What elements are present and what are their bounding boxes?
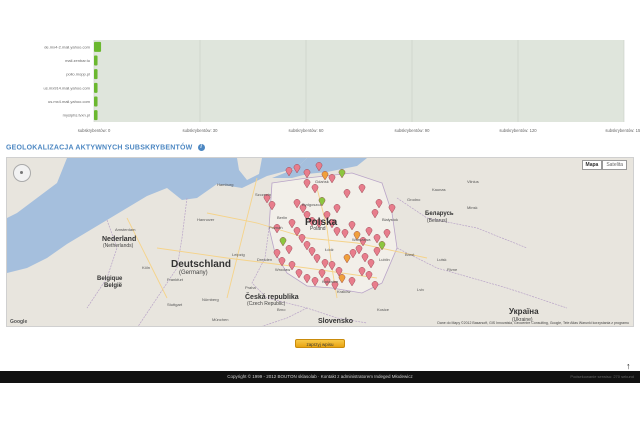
y-category-label: pollo.mopp.pl (66, 72, 90, 77)
country-label: België (104, 283, 123, 289)
map-pan-control[interactable] (13, 164, 31, 182)
country-label: Беларусь (425, 211, 454, 217)
x-tick-label: subskrybentów: 90 (395, 128, 431, 133)
country-label: Česká republika (245, 294, 299, 301)
footer-copyright: Copyright © 1999 - 2012 BOUTON sklasolab… (227, 374, 413, 379)
x-tick-label: subskrybentów: 150 (605, 128, 640, 133)
city-label: Vilnius (467, 179, 479, 184)
city-label: Nürnberg (202, 297, 219, 302)
x-tick-label: subskrybentów: 60 (289, 128, 325, 133)
city-label: Köln (142, 265, 151, 270)
y-category-label: de.mx4-2.mail.yahoo.com (44, 44, 90, 49)
city-label: Grodno (407, 197, 421, 202)
city-label: Lutsk (437, 257, 447, 262)
city-label: Kaunas (432, 187, 446, 192)
city-label: Katowice (322, 279, 339, 284)
bar[interactable] (94, 55, 98, 66)
city-label: Brest (405, 252, 415, 257)
map-attribution[interactable]: Dane do Mapy ©2012 Basarsoft, GIS Innova… (437, 321, 629, 325)
country-label: (Netherlands) (103, 243, 134, 249)
city-label: Amsterdam (115, 227, 136, 232)
plot-area (94, 40, 624, 122)
country-label: Deutschland (171, 259, 232, 270)
city-label: Frankfurt (167, 277, 184, 282)
footer-generated: Podsekowanie serwisu: 270 sekund (570, 374, 634, 379)
city-label: Bydgoszcz (302, 202, 322, 207)
bar[interactable] (94, 96, 98, 107)
bar-chart: subskrybentów: 0 subskrybentów: 30 subskry… (0, 36, 640, 136)
city-label: Łódź (325, 247, 334, 252)
city-label: Stuttgart (167, 302, 183, 307)
city-label: Praha (245, 285, 256, 290)
country-label: Poland (310, 226, 326, 232)
x-tick-label: subskrybentów: 120 (499, 128, 537, 133)
y-category-label: us.mx914.mail.yahoo.com (44, 85, 91, 90)
city-label: Leipzig (232, 252, 245, 257)
bar[interactable] (94, 82, 98, 93)
scroll-top-arrow-icon[interactable]: ↑ (626, 362, 631, 371)
city-label: Brno (277, 307, 286, 312)
map-type-satellite[interactable]: Satelita (602, 160, 627, 170)
page-footer: Copyright © 1999 - 2012 BOUTON sklasolab… (0, 371, 640, 383)
map-type-control[interactable]: Mapa Satelita (581, 160, 627, 170)
city-label: Minsk (467, 205, 478, 210)
country-label: Slovensko (318, 318, 354, 325)
info-icon[interactable]: i (197, 144, 205, 151)
map-type-map[interactable]: Mapa (581, 160, 603, 170)
city-label: Lublin (379, 257, 390, 262)
country-label: Nederland (102, 236, 137, 243)
section-title-text: GEOLOKALIZACJA AKTYWNYCH SUBSKRYBENTÓW (6, 144, 193, 152)
bar[interactable] (94, 69, 98, 80)
y-category-label: mail.zenbar.tu (65, 58, 90, 63)
google-logo: Google (10, 319, 28, 325)
chart-svg: subskrybentów: 0 subskrybentów: 30 subskry… (44, 40, 640, 133)
city-label: Hannover (197, 217, 215, 222)
city-label: Kosice (377, 307, 390, 312)
city-label: Szczecin (255, 192, 272, 197)
city-label: Wrocław (275, 267, 291, 272)
bar[interactable] (94, 110, 98, 121)
city-label: Gdańsk (315, 179, 329, 184)
city-label: Berlin (277, 215, 288, 220)
city-label: Kraków (337, 289, 351, 294)
bar[interactable] (94, 41, 102, 52)
section-title: GEOLOKALIZACJA AKTYWNYCH SUBSKRYBENTÓW i (6, 144, 205, 151)
city-label: Hamburg (217, 182, 234, 187)
city-label: Białystok (382, 217, 399, 222)
city-label: Poznań (269, 225, 283, 230)
load-more-button[interactable]: zaprzyj wpisu (295, 339, 345, 348)
country-label: Belgique (97, 276, 123, 282)
city-label: Lviv (417, 287, 425, 292)
city-label: Rivne (447, 267, 458, 272)
country-label: Україна (509, 307, 539, 316)
y-category-label: mysiphs.tvxn.pl (63, 113, 90, 118)
city-label: Warszawa (352, 237, 371, 242)
x-tick-label: subskrybentów: 0 (78, 128, 111, 133)
x-tick-label: subskrybentów: 30 (183, 128, 219, 133)
y-category-label: us.mx4.mail.yahoo.com (48, 99, 91, 104)
country-label: (Belarus) (427, 218, 448, 224)
city-label: München (212, 317, 229, 322)
country-label: (Germany) (179, 270, 208, 276)
city-label: Dresden (257, 257, 273, 262)
geolocation-map[interactable]: Polska Deutschland (Germany) Nederland (Neth… (6, 157, 634, 327)
